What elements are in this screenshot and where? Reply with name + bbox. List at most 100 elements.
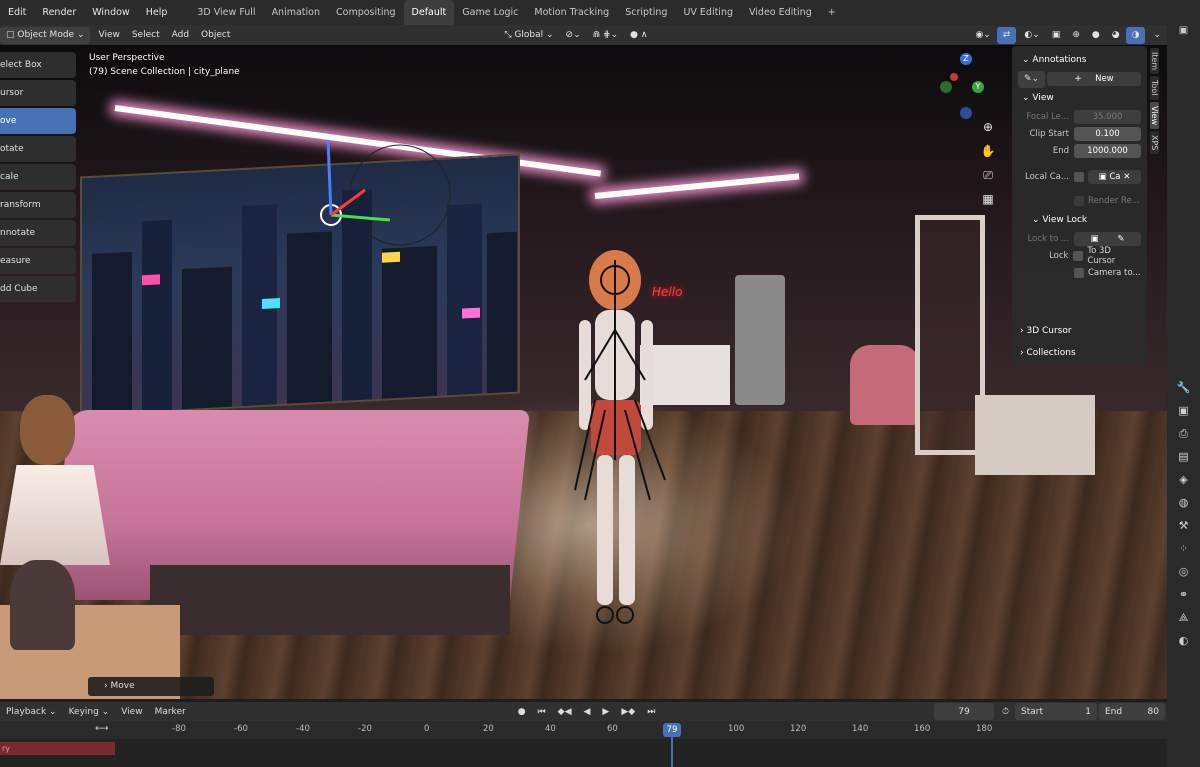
shading-material-icon[interactable]: ◕ [1106, 30, 1126, 40]
data-icon[interactable]: ⟁ [1167, 611, 1200, 634]
new-annotation-button[interactable]: + New [1047, 72, 1141, 86]
render-region-checkbox[interactable] [1074, 196, 1084, 206]
view-layer-icon[interactable]: ▤ [1167, 450, 1200, 473]
menu-object[interactable]: Object [195, 30, 236, 40]
tool-move[interactable]: ove [0, 108, 76, 134]
annotations-header[interactable]: ⌄ Annotations [1018, 50, 1141, 70]
eyedropper-icon[interactable]: ✎ [1117, 234, 1124, 244]
current-frame-field[interactable]: 79 [933, 703, 994, 720]
zoom-icon[interactable]: ⊕ [978, 120, 998, 144]
tab-3d-view-full[interactable]: 3D View Full [189, 0, 263, 25]
prev-keyframe-icon[interactable]: ◆◀ [552, 707, 578, 717]
grid-view-icon[interactable]: ▦ [978, 192, 998, 216]
menu-view[interactable]: View [92, 30, 125, 40]
tab-tool[interactable]: Tool [1150, 76, 1159, 100]
axis-neg-x[interactable] [940, 81, 952, 93]
shading-wireframe-icon[interactable]: ⊕ [1066, 30, 1086, 40]
view-header[interactable]: ⌄ View [1018, 88, 1141, 108]
add-workspace-icon[interactable]: + [820, 0, 844, 25]
transform-orientation[interactable]: ⤡ Global ⌄ [498, 30, 559, 40]
axis-z[interactable]: Z [960, 53, 972, 65]
timeline-view-menu[interactable]: View [115, 707, 148, 717]
tool-rotate[interactable]: otate [0, 136, 76, 162]
pivot-icon[interactable]: ⊘⌄ [560, 30, 587, 40]
clip-start-field[interactable]: 0.100 [1074, 127, 1141, 141]
proportional-edit-icon[interactable]: ● ∧ [624, 30, 653, 40]
menu-select[interactable]: Select [126, 30, 166, 40]
tool-measure[interactable]: easure [0, 248, 76, 274]
tab-item[interactable]: Item [1150, 48, 1159, 75]
play-icon[interactable]: ▶ [596, 707, 615, 717]
summary-track[interactable]: ry [0, 742, 115, 755]
menu-render[interactable]: Render [34, 0, 84, 25]
close-icon[interactable]: ✕ [1121, 172, 1130, 182]
outliner-filter-icon[interactable]: ▣ [1167, 25, 1200, 41]
material-icon[interactable]: ◐ [1167, 634, 1200, 657]
end-frame-field[interactable]: End 80 [1099, 703, 1165, 720]
playback-menu[interactable]: Playback ⌄ [0, 707, 63, 717]
timeline-swap-icon[interactable]: ⟷ [95, 723, 109, 734]
3d-viewport[interactable]: Hello User Perspective (79) Scene Collec… [0, 45, 1167, 699]
menu-add[interactable]: Add [166, 30, 195, 40]
menu-help[interactable]: Help [138, 0, 176, 25]
character-armature[interactable] [565, 240, 675, 640]
tool-add-cube[interactable]: dd Cube [0, 276, 76, 302]
tab-animation[interactable]: Animation [264, 0, 328, 25]
tab-game-logic[interactable]: Game Logic [454, 0, 526, 25]
to-3d-cursor-checkbox[interactable] [1073, 251, 1084, 261]
collections-header[interactable]: › Collections [1012, 344, 1147, 364]
local-camera-checkbox[interactable] [1074, 172, 1084, 182]
pan-hand-icon[interactable]: ✋ [978, 144, 998, 168]
xray-icon[interactable]: ▣ [1046, 30, 1067, 40]
timeline-area[interactable]: ⟷ -80 -60 -40 -20 0 20 40 60 100 120 140… [0, 721, 1167, 767]
shading-rendered-icon[interactable]: ◑ [1125, 26, 1146, 44]
tab-view[interactable]: View [1150, 101, 1159, 129]
world-icon[interactable]: ◍ [1167, 496, 1200, 519]
navigation-gizmo[interactable]: Z Y [934, 53, 984, 123]
tab-motion-tracking[interactable]: Motion Tracking [526, 0, 617, 25]
tool-properties-icon[interactable]: 🔧 [1167, 381, 1200, 404]
render-properties-icon[interactable]: ▣ [1167, 404, 1200, 427]
tab-video-editing[interactable]: Video Editing [741, 0, 820, 25]
annotation-type-icon[interactable]: ✎⌄ [1018, 70, 1046, 88]
axis-y[interactable]: Y [972, 81, 984, 93]
axis-neg-z[interactable] [960, 107, 972, 119]
playhead[interactable]: 79 [663, 723, 681, 737]
stopwatch-icon[interactable]: ⏱ [996, 707, 1015, 717]
physics-icon[interactable]: ◎ [1167, 565, 1200, 588]
tab-uv-editing[interactable]: UV Editing [675, 0, 741, 25]
tool-select-box[interactable]: elect Box [0, 52, 76, 78]
menu-window[interactable]: Window [84, 0, 137, 25]
tab-scripting[interactable]: Scripting [617, 0, 675, 25]
jump-start-icon[interactable]: ⏮ [532, 707, 552, 717]
keying-menu[interactable]: Keying ⌄ [63, 707, 116, 717]
tab-default[interactable]: Default [403, 0, 455, 25]
constraints-icon[interactable]: ⚭ [1167, 588, 1200, 611]
focal-length-field[interactable]: 35.000 [1074, 110, 1141, 124]
frame-ruler[interactable]: ⟷ -80 -60 -40 -20 0 20 40 60 100 120 140… [0, 721, 1167, 739]
clip-end-field[interactable]: 1000.000 [1074, 144, 1141, 158]
mode-selector[interactable]: ▢ Object Mode ⌄ [0, 26, 91, 44]
tab-compositing[interactable]: Compositing [328, 0, 404, 25]
3d-cursor-header[interactable]: › 3D Cursor [1012, 322, 1147, 342]
tool-scale[interactable]: cale [0, 164, 76, 190]
tool-annotate[interactable]: nnotate [0, 220, 76, 246]
tab-xps[interactable]: XPS [1150, 130, 1159, 155]
play-reverse-icon[interactable]: ◀ [578, 707, 597, 717]
record-icon[interactable]: ● [512, 707, 532, 717]
snap-icon[interactable]: ⋒ ⋕⌄ [587, 30, 624, 40]
gizmo-toggle-icon[interactable]: ⇄ [996, 26, 1017, 44]
lock-to-object-field[interactable]: ▣ ✎ [1074, 232, 1141, 246]
next-keyframe-icon[interactable]: ▶◆ [615, 707, 641, 717]
tool-cursor[interactable]: ursor [0, 80, 76, 106]
local-camera-field[interactable]: ▣ Ca ✕ [1088, 170, 1141, 184]
particles-icon[interactable]: ⁘ [1167, 542, 1200, 565]
scene-icon[interactable]: ◈ [1167, 473, 1200, 496]
transform-gizmo[interactable] [300, 135, 480, 305]
menu-edit[interactable]: Edit [0, 0, 34, 25]
shading-solid-icon[interactable]: ● [1086, 30, 1106, 40]
view-lock-header[interactable]: ⌄ View Lock [1018, 210, 1141, 230]
marker-menu[interactable]: Marker [149, 707, 192, 717]
start-frame-field[interactable]: Start 1 [1015, 703, 1097, 720]
last-operator-panel[interactable]: › Move [88, 677, 214, 696]
